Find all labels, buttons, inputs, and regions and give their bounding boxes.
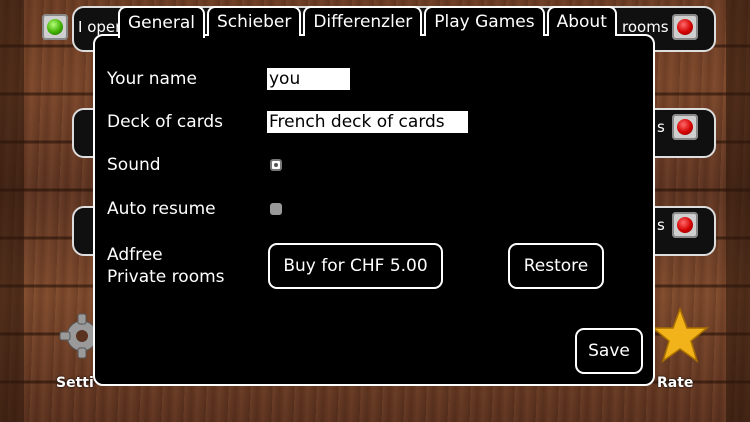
settings-tabs: General Schieber Differenzler Play Games… <box>118 6 617 38</box>
tab-about[interactable]: About <box>546 6 617 36</box>
settings-label[interactable]: Setti <box>56 375 94 391</box>
deck-label: Deck of cards <box>107 112 224 132</box>
private-rooms-label: Private rooms <box>107 267 225 287</box>
rate-label[interactable]: Rate <box>657 375 693 391</box>
red-led-icon <box>677 19 693 35</box>
left-frame-edge <box>0 0 24 422</box>
tab-schieber[interactable]: Schieber <box>207 6 302 36</box>
name-label: Your name <box>107 69 197 89</box>
restore-button[interactable]: Restore <box>508 243 604 289</box>
lobby-right-mid-text-2: s <box>657 216 665 234</box>
status-led-green-box <box>42 14 68 40</box>
deck-select[interactable]: French deck of cards <box>267 111 468 133</box>
tab-differenzler[interactable]: Differenzler <box>303 6 423 36</box>
lobby-right-mid-text-1: s <box>657 118 665 136</box>
red-led-icon <box>677 119 693 135</box>
tab-general[interactable]: General <box>118 6 205 38</box>
green-led-icon <box>47 19 63 35</box>
tab-play-games[interactable]: Play Games <box>424 6 545 36</box>
star-icon[interactable] <box>650 306 710 366</box>
auto-resume-label: Auto resume <box>107 199 216 219</box>
sound-label: Sound <box>107 155 161 175</box>
status-led-red-box-3 <box>672 212 698 238</box>
name-input[interactable]: you <box>267 68 350 90</box>
sound-checkbox[interactable] <box>270 159 282 171</box>
status-led-red-box-1 <box>672 14 698 40</box>
buy-button[interactable]: Buy for CHF 5.00 <box>268 243 443 289</box>
adfree-label: Adfree <box>107 245 163 265</box>
status-led-red-box-2 <box>672 114 698 140</box>
right-frame-edge <box>726 0 750 422</box>
save-button[interactable]: Save <box>575 328 643 374</box>
red-led-icon <box>677 217 693 233</box>
auto-resume-checkbox[interactable] <box>270 203 282 215</box>
